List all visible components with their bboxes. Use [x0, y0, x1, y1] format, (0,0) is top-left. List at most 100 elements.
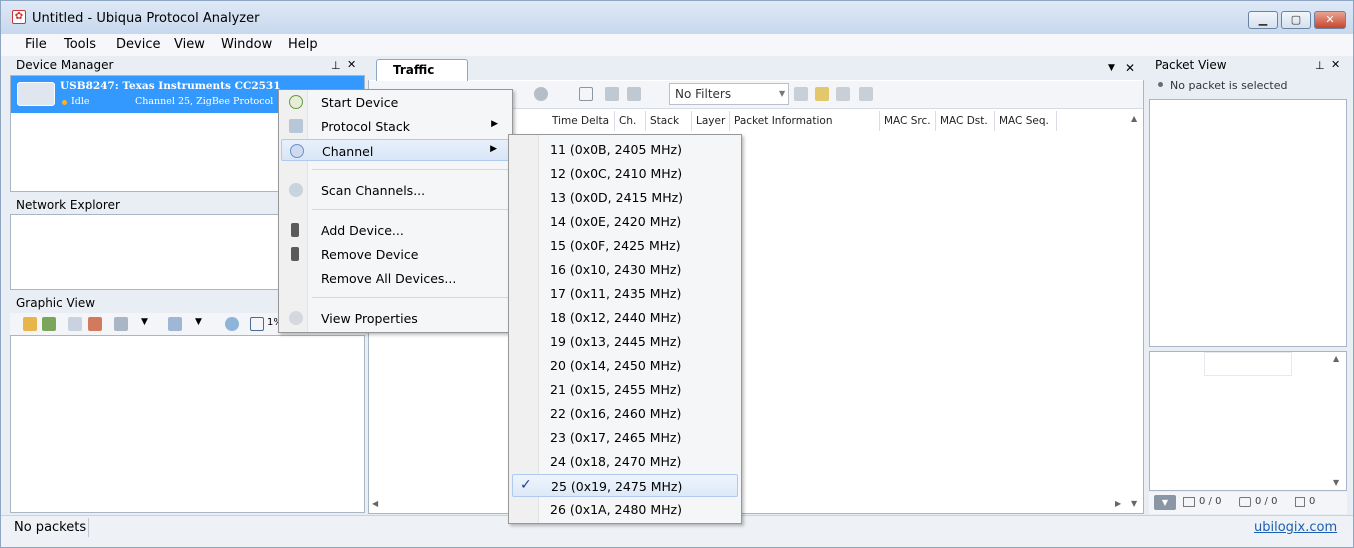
filter-icon[interactable] [794, 87, 808, 101]
column-packet-information[interactable]: Packet Information [730, 111, 880, 131]
pin-icon[interactable]: ⊥ [1315, 59, 1325, 72]
graphic-canvas[interactable] [10, 335, 365, 513]
device-context-menu: Start Device Protocol Stack ▶ Channel ▶ … [278, 89, 513, 333]
channel-item-18[interactable]: 18 (0x12, 2440 MHz) [512, 306, 738, 329]
scroll-down-icon[interactable]: ▼ [1333, 478, 1339, 487]
menu-item-label: Scan Channels... [321, 183, 426, 198]
channel-item-26[interactable]: 26 (0x1A, 2480 MHz) [512, 498, 738, 521]
scroll-up-icon[interactable]: ▲ [1333, 354, 1339, 363]
channel-label: 13 (0x0D, 2415 MHz) [550, 190, 684, 205]
channel-item-16[interactable]: 16 (0x10, 2430 MHz) [512, 258, 738, 281]
tab-list-icon[interactable]: ▼ [1108, 63, 1115, 73]
scroll-down-icon[interactable]: ▼ [1131, 499, 1137, 508]
channel-item-13[interactable]: 13 (0x0D, 2415 MHz) [512, 186, 738, 209]
menu-item-scan-channels[interactable]: Scan Channels... [281, 179, 510, 201]
column-channel[interactable]: Ch. [615, 111, 646, 131]
menu-separator [312, 169, 510, 170]
channel-label: 25 (0x19, 2475 MHz) [551, 479, 683, 494]
settings-icon[interactable] [534, 87, 548, 101]
forward-icon[interactable] [627, 87, 641, 101]
channel-item-20[interactable]: 20 (0x14, 2450 MHz) [512, 354, 738, 377]
close-button[interactable]: ✕ [1314, 11, 1346, 29]
website-link[interactable]: ubilogix.com [1254, 520, 1337, 535]
channel-label: 19 (0x13, 2445 MHz) [550, 334, 682, 349]
filter-edit-icon[interactable] [815, 87, 829, 101]
channel-item-21[interactable]: 21 (0x15, 2455 MHz) [512, 378, 738, 401]
stack-icon [289, 119, 303, 133]
channel-item-19[interactable]: 19 (0x13, 2445 MHz) [512, 330, 738, 353]
channel-submenu: 11 (0x0B, 2405 MHz) 12 (0x0C, 2410 MHz) … [508, 134, 742, 524]
magnet-icon[interactable] [88, 317, 102, 331]
scroll-left-icon[interactable]: ◀ [372, 499, 378, 508]
filter-select[interactable]: No Filters [669, 83, 789, 105]
menu-item-label: Start Device [321, 95, 399, 110]
menu-file[interactable]: File [25, 37, 47, 52]
menu-item-view-properties[interactable]: View Properties [281, 307, 510, 329]
maximize-button[interactable]: ▢ [1281, 11, 1311, 29]
zoom-icon[interactable] [225, 317, 239, 331]
menu-item-add-device[interactable]: Add Device... [281, 219, 510, 241]
channel-item-22[interactable]: 22 (0x16, 2460 MHz) [512, 402, 738, 425]
column-mac-seq[interactable]: MAC Seq. [995, 111, 1057, 131]
chevron-down-icon[interactable]: ▼ [195, 317, 202, 327]
channel-item-24[interactable]: 24 (0x18, 2470 MHz) [512, 450, 738, 473]
column-time-delta[interactable]: Time Delta [548, 111, 615, 131]
channel-label: 12 (0x0C, 2410 MHz) [550, 166, 683, 181]
channel-label: 18 (0x12, 2440 MHz) [550, 310, 682, 325]
minimize-button[interactable]: ▁ [1248, 11, 1278, 29]
zoom-out-icon[interactable] [250, 317, 264, 331]
device-status: Idle [71, 96, 90, 107]
app-icon: ✿ [12, 10, 26, 24]
back-icon[interactable] [605, 87, 619, 101]
shape-icon[interactable] [168, 317, 182, 331]
menu-item-label: Channel [322, 144, 374, 159]
packet-view-footer: ▼ 0 / 0 0 / 0 0 [1149, 492, 1347, 514]
menu-item-start-device[interactable]: Start Device [281, 91, 510, 113]
submenu-arrow-icon: ▶ [490, 144, 497, 154]
device-manager-header: Device Manager [11, 56, 364, 74]
usb-dongle-icon [17, 82, 55, 106]
properties-icon [289, 311, 303, 325]
save-graph-icon[interactable] [42, 317, 56, 331]
scroll-up-icon[interactable]: ▲ [1131, 114, 1137, 123]
chevron-down-icon[interactable]: ▼ [779, 89, 785, 98]
open-graph-icon[interactable] [23, 317, 37, 331]
layout-icon[interactable] [114, 317, 128, 331]
menu-item-remove-device[interactable]: Remove Device [281, 243, 510, 265]
channel-item-12[interactable]: 12 (0x0C, 2410 MHz) [512, 162, 738, 185]
menu-item-remove-all-devices[interactable]: Remove All Devices... [281, 267, 510, 289]
column-mac-src[interactable]: MAC Src. [880, 111, 936, 131]
filter-add-icon[interactable] [836, 87, 850, 101]
menu-device[interactable]: Device [116, 37, 160, 52]
channel-item-11[interactable]: 11 (0x0B, 2405 MHz) [512, 138, 738, 161]
column-stack[interactable]: Stack [646, 111, 692, 131]
filter-remove-icon[interactable] [859, 87, 873, 101]
copy-icon[interactable] [579, 87, 593, 101]
tab-traffic-view[interactable]: Traffic View [376, 59, 468, 97]
no-packet-message: No packet is selected [1170, 79, 1288, 92]
channel-item-14[interactable]: 14 (0x0E, 2420 MHz) [512, 210, 738, 233]
channel-item-15[interactable]: 15 (0x0F, 2425 MHz) [512, 234, 738, 257]
close-pane-icon[interactable]: ✕ [347, 58, 356, 71]
close-tab-icon[interactable]: ✕ [1125, 61, 1135, 75]
add-device-icon [291, 223, 299, 237]
close-pane-icon[interactable]: ✕ [1331, 58, 1340, 71]
menu-view[interactable]: View [174, 37, 205, 52]
menu-help[interactable]: Help [288, 37, 318, 52]
menu-item-protocol-stack[interactable]: Protocol Stack ▶ [281, 115, 510, 137]
channel-item-17[interactable]: 17 (0x11, 2435 MHz) [512, 282, 738, 305]
menu-tools[interactable]: Tools [64, 37, 96, 52]
pin-icon[interactable]: ⊥ [331, 59, 341, 72]
channel-item-25[interactable]: ✓ 25 (0x19, 2475 MHz) [512, 474, 738, 497]
chevron-down-icon[interactable]: ▼ [141, 317, 148, 327]
dropdown-icon[interactable]: ▼ [1154, 495, 1176, 510]
pointer-icon[interactable] [68, 317, 82, 331]
column-mac-dst[interactable]: MAC Dst. [936, 111, 995, 131]
packet-bytes-pane: ▲ ▼ [1149, 351, 1347, 491]
column-layer[interactable]: Layer [692, 111, 730, 131]
channel-item-23[interactable]: 23 (0x17, 2465 MHz) [512, 426, 738, 449]
scroll-right-icon[interactable]: ▶ [1115, 499, 1121, 508]
menu-window[interactable]: Window [221, 37, 272, 52]
menu-item-channel[interactable]: Channel ▶ [281, 139, 510, 161]
channel-label: 14 (0x0E, 2420 MHz) [550, 214, 682, 229]
